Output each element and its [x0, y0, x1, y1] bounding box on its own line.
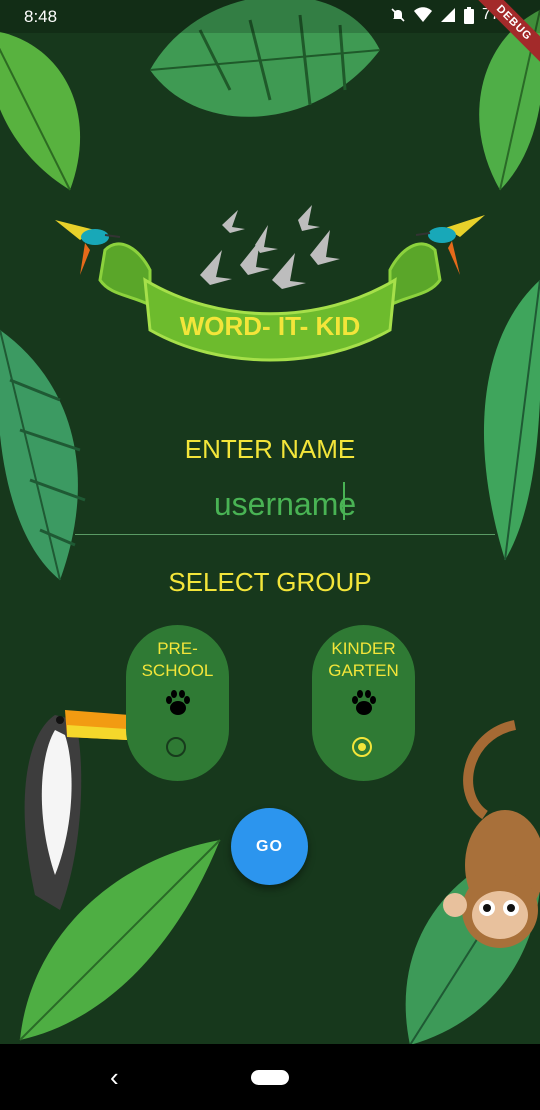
logo-ribbon-right-tail [388, 242, 442, 308]
monkey-illustration [443, 720, 540, 948]
toucan-illustration [24, 710, 130, 910]
logo-ribbon-left-tail [98, 242, 152, 308]
status-bar: 8:48 77% [0, 0, 540, 33]
signal-icon [440, 8, 455, 22]
status-time: 8:48 [24, 7, 58, 26]
birds-icon [200, 205, 340, 289]
text-caret [343, 482, 345, 520]
app-screen: 8:48 77% DEBUG [0, 0, 540, 1110]
do-not-disturb-icon [391, 8, 405, 22]
wifi-icon [413, 7, 432, 22]
battery-icon [463, 6, 474, 24]
back-icon[interactable]: ‹ [110, 1062, 119, 1093]
logo-banner-text: WORD- IT- KID [180, 311, 361, 341]
group-option-kindergarten[interactable]: KINDER GARTEN [312, 625, 415, 781]
paw-icon [351, 690, 376, 715]
select-group-label: SELECT GROUP [168, 567, 372, 597]
enter-name-label: ENTER NAME [184, 434, 356, 464]
radio-preschool[interactable] [166, 737, 186, 757]
radio-kindergarten[interactable] [352, 737, 372, 757]
navigation-bar: ‹ [0, 1044, 540, 1110]
username-input[interactable] [75, 475, 495, 535]
group-label-kindergarten: KINDER GARTEN [328, 639, 399, 680]
leaf-decoration-top-left [0, 32, 80, 191]
word-it-kid-logo: WORD- IT- KID [55, 205, 485, 362]
group-label-preschool: PRE- SCHOOL [141, 639, 214, 680]
paw-icon [165, 690, 190, 715]
go-button[interactable]: GO [231, 808, 308, 885]
group-option-preschool[interactable]: PRE- SCHOOL [126, 625, 229, 781]
home-pill-icon[interactable] [251, 1070, 289, 1085]
